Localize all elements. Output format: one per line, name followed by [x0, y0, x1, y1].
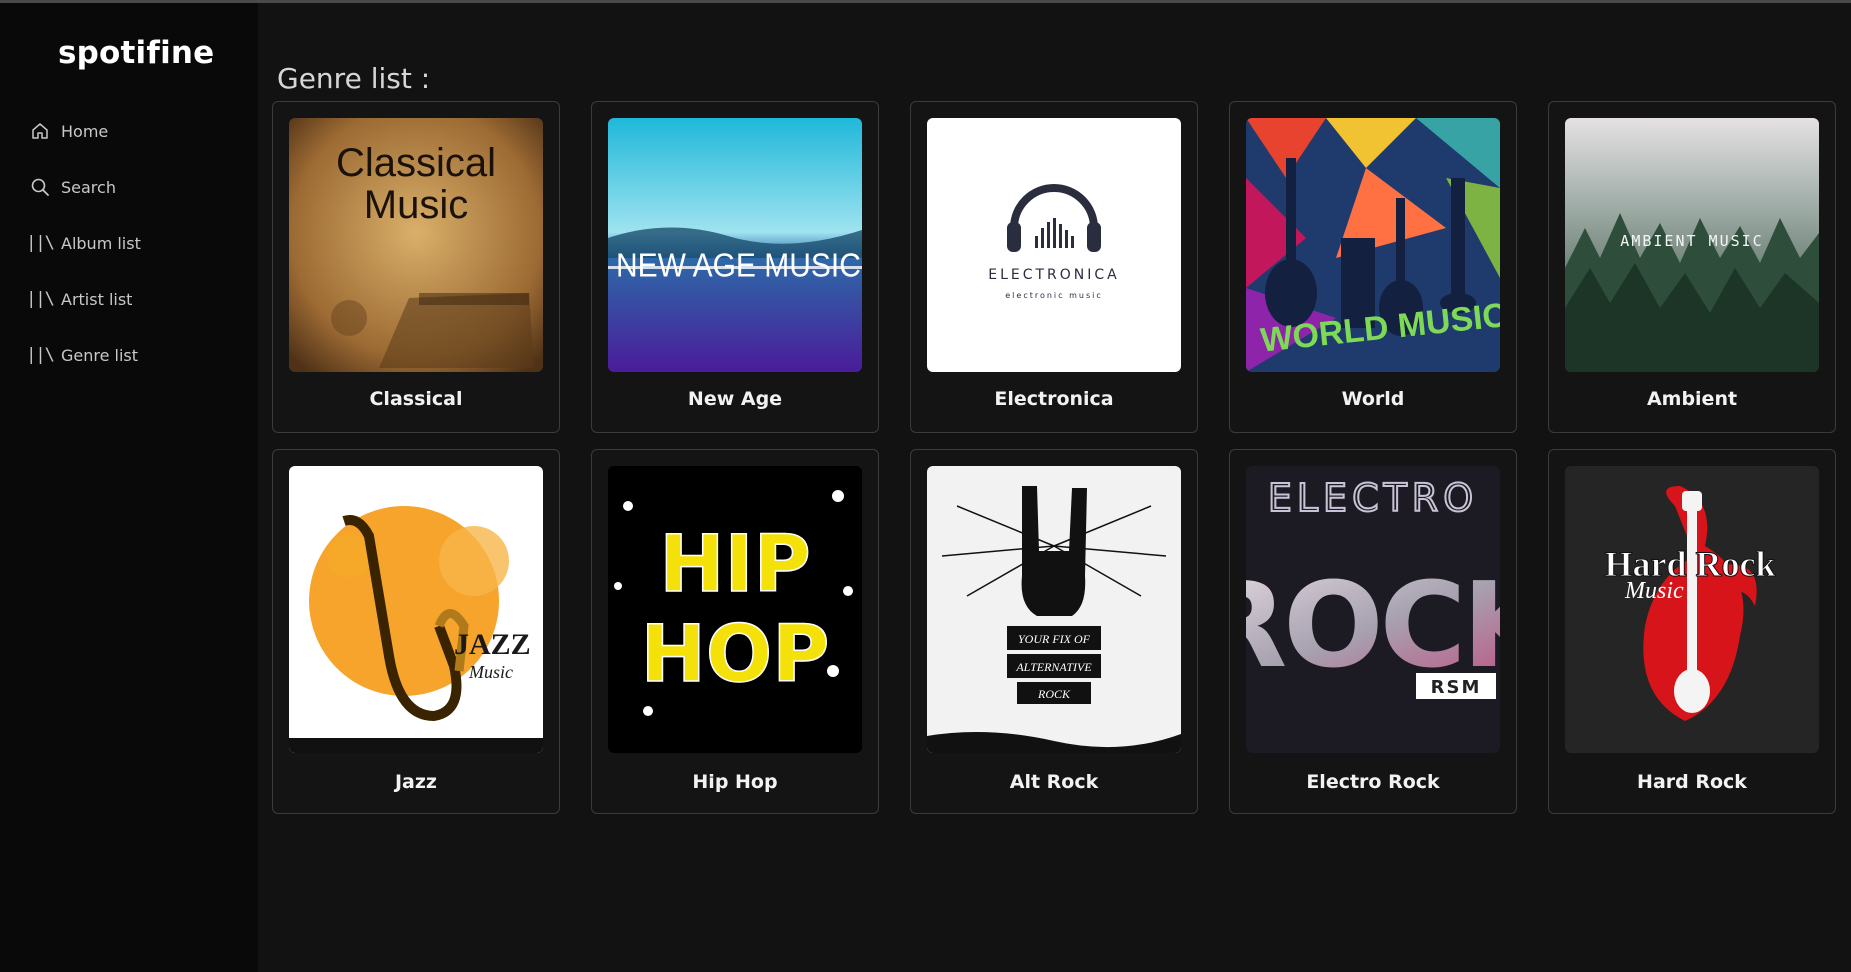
cover-text: NEW AGE MUSIC [616, 246, 861, 284]
cover-text: HIP [659, 520, 810, 610]
brand-logo[interactable]: spotifine [58, 35, 214, 71]
library-icon: ||\ [26, 233, 55, 253]
genre-name: New Age [687, 388, 783, 410]
genre-cover-image: JAZZ Music [289, 466, 543, 753]
genre-card-new-age[interactable]: NEW AGE MUSIC New Age [591, 101, 879, 433]
sidebar-item-label: Album list [61, 233, 141, 253]
genre-name: Alt Rock [1009, 771, 1099, 793]
library-icon: ||\ [26, 289, 55, 309]
genre-card-electro-rock[interactable]: ELECTRO ROCK RSM Electro Rock [1229, 449, 1517, 814]
sidebar-item-genre-list[interactable]: ||\ Genre list [0, 327, 258, 383]
genre-name: Electronica [994, 388, 1114, 410]
sidebar-item-label: Artist list [61, 289, 133, 309]
cover-text: JAZZ [454, 628, 531, 661]
genre-cover-image: Classical Music [289, 118, 543, 372]
sidebar-item-label: Search [61, 177, 116, 197]
genre-card-world[interactable]: WORLD MUSIC World [1229, 101, 1517, 433]
genre-cover-image: ELECTRO ROCK RSM [1246, 466, 1500, 753]
genre-name: Hip Hop [692, 771, 778, 793]
genre-card-ambient[interactable]: AMBIENT MUSIC Ambient [1548, 101, 1836, 433]
cover-text: Music [364, 183, 468, 227]
cover-text: HOP [641, 610, 830, 700]
genre-name: World [1341, 388, 1405, 410]
sidebar-nav: Home Search ||\ Album list ||\ Artist li… [0, 103, 258, 383]
genre-name: Classical [369, 388, 463, 410]
genre-cover-image: HIP HOP [608, 466, 862, 753]
cover-text: Music [468, 662, 513, 682]
library-icon: ||\ [26, 345, 55, 365]
home-icon [28, 119, 52, 143]
sidebar-item-search[interactable]: Search [0, 159, 258, 215]
page-title: Genre list : [277, 61, 431, 95]
genre-card-hip-hop[interactable]: HIP HOP Hip Hop [591, 449, 879, 814]
sidebar-item-artist-list[interactable]: ||\ Artist list [0, 271, 258, 327]
cover-text: electronic music [1005, 291, 1103, 300]
cover-text: Classical [336, 141, 496, 185]
cover-text: RSM [1431, 677, 1482, 698]
cover-text: Music [1624, 578, 1684, 604]
cover-text: ALTERNATIVE [1015, 660, 1092, 674]
sidebar: spotifine Home Search ||\ Album list ||\… [0, 3, 258, 972]
genre-grid: Classical Music Classical NEW AGE MUSIC [272, 101, 1836, 814]
genre-name: Hard Rock [1637, 771, 1747, 793]
cover-text: ELECTRONICA [988, 267, 1120, 283]
genre-cover-image: AMBIENT MUSIC [1565, 118, 1819, 372]
cover-text: AMBIENT MUSIC [1620, 232, 1763, 250]
genre-name: Jazz [394, 771, 437, 793]
search-icon [28, 175, 52, 199]
cover-text: YOUR FIX OF [1018, 632, 1091, 646]
genre-card-electronica[interactable]: ELECTRONICA electronic music Electronica [910, 101, 1198, 433]
sidebar-item-home[interactable]: Home [0, 103, 258, 159]
cover-text: ROCK [1037, 687, 1071, 701]
genre-cover-image: NEW AGE MUSIC [608, 118, 862, 372]
genre-cover-image: YOUR FIX OF ALTERNATIVE ROCK [927, 466, 1181, 753]
genre-cover-image: Hard Rock Music [1565, 466, 1819, 753]
genre-name: Electro Rock [1306, 771, 1440, 793]
genre-card-jazz[interactable]: JAZZ Music Jazz [272, 449, 560, 814]
genre-cover-image: ELECTRONICA electronic music [927, 118, 1181, 372]
genre-name: Ambient [1646, 388, 1738, 410]
genre-cover-image: WORLD MUSIC [1246, 118, 1500, 372]
sidebar-item-album-list[interactable]: ||\ Album list [0, 215, 258, 271]
genre-card-alt-rock[interactable]: YOUR FIX OF ALTERNATIVE ROCK Alt Rock [910, 449, 1198, 814]
genre-card-classical[interactable]: Classical Music Classical [272, 101, 560, 433]
sidebar-item-label: Home [61, 121, 109, 141]
cover-text: ELECTRO [1268, 476, 1478, 520]
main-content: Genre list : Classical Music Classical N… [258, 3, 1851, 972]
genre-card-hard-rock[interactable]: Hard Rock Music Hard Rock [1548, 449, 1836, 814]
sidebar-item-label: Genre list [61, 345, 139, 365]
